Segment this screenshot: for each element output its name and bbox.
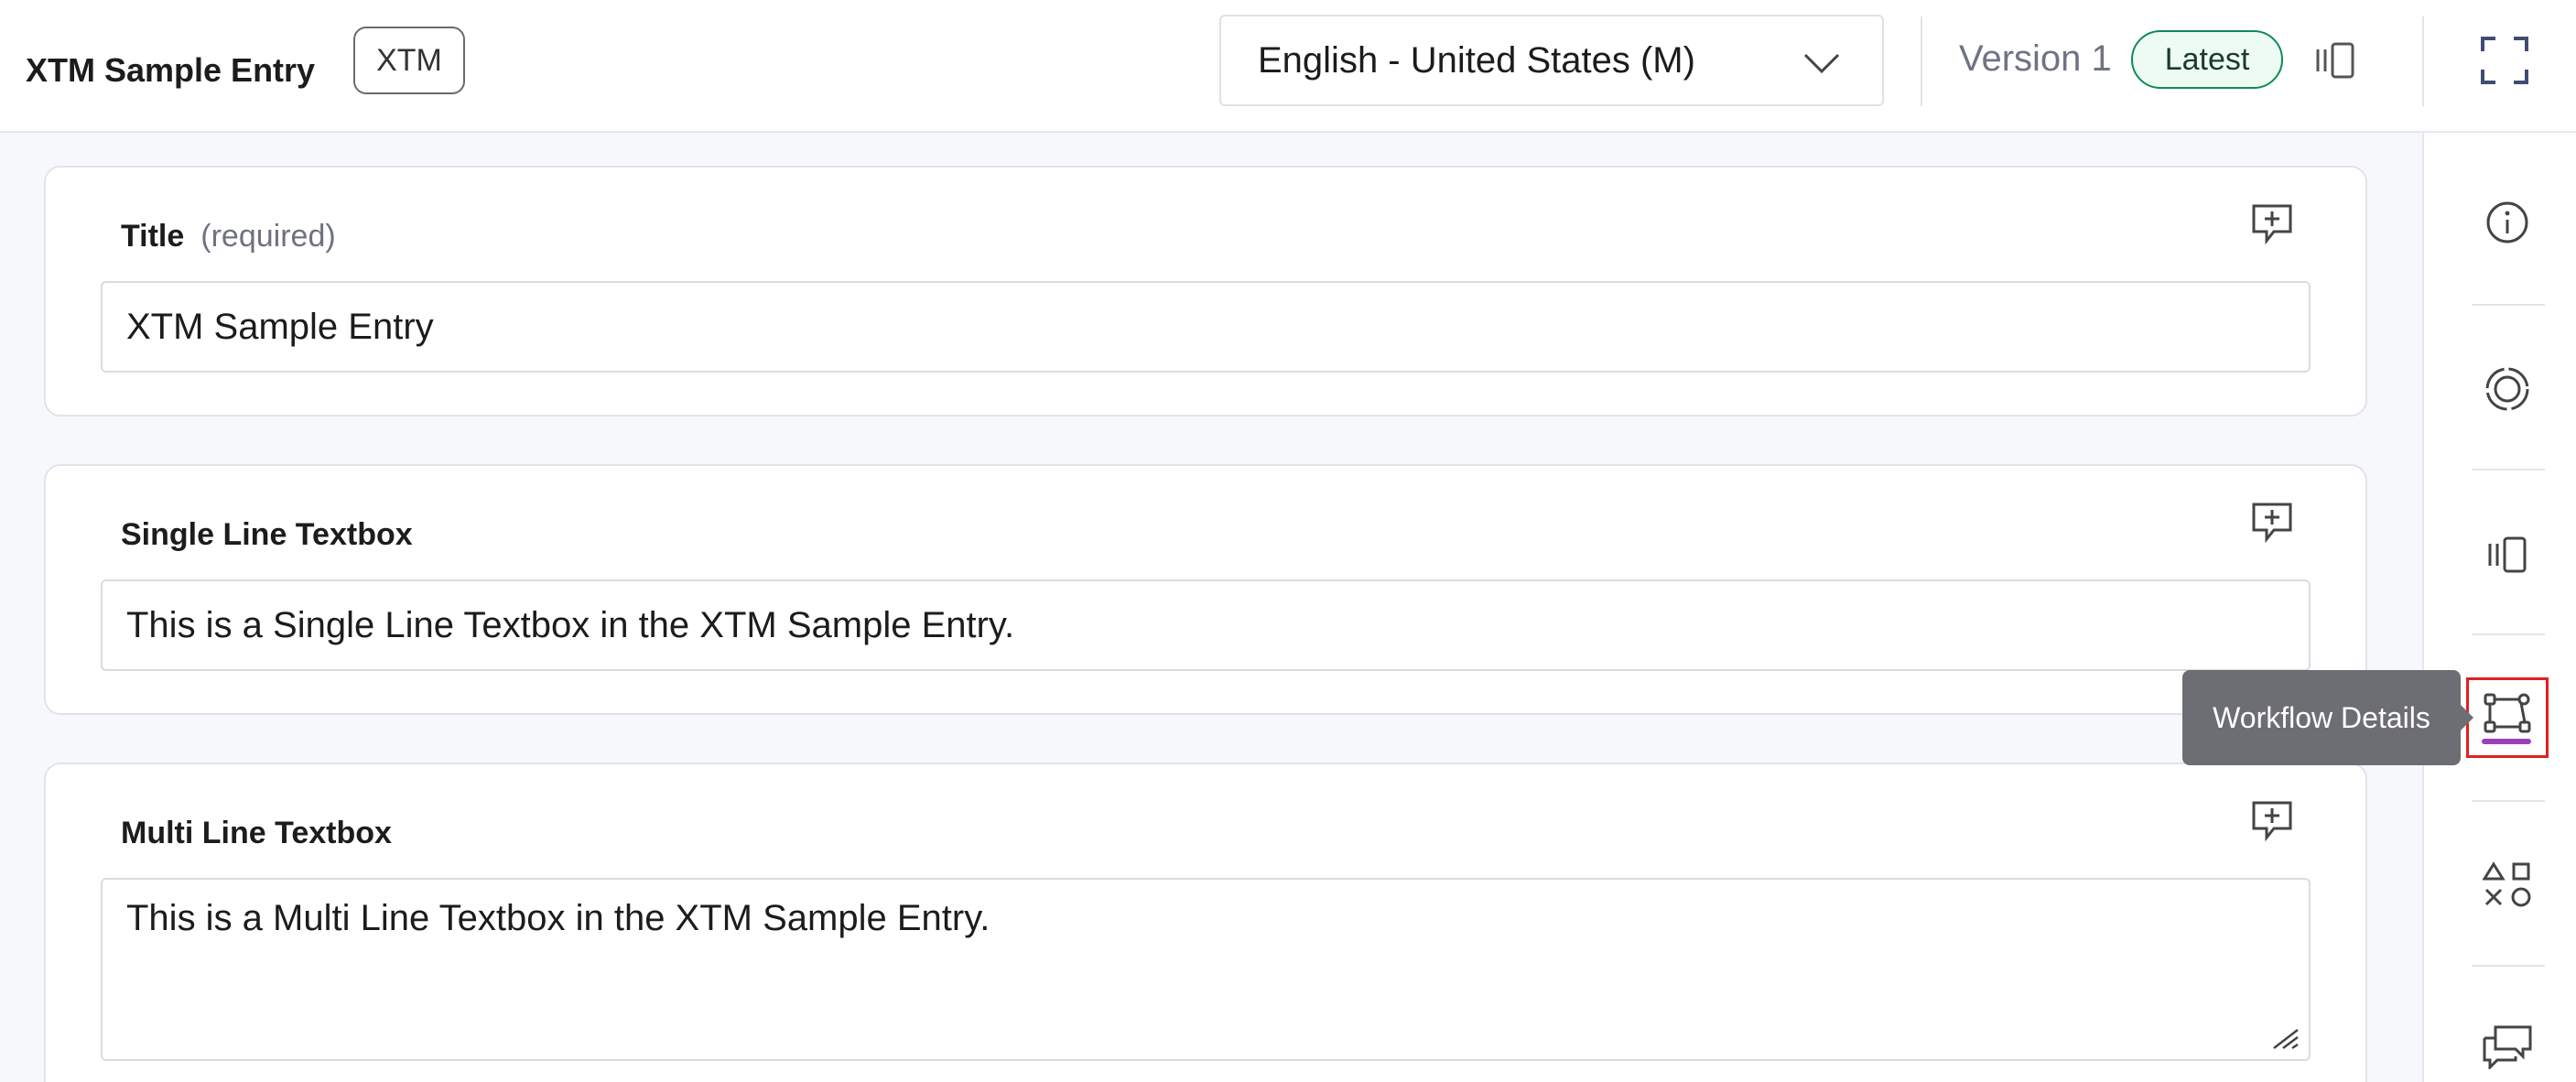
field-label-text: Title <box>121 219 185 254</box>
resize-handle-icon[interactable] <box>2270 1024 2301 1052</box>
add-comment-icon[interactable] <box>2250 202 2294 246</box>
header-divider <box>2422 16 2424 106</box>
add-comment-icon[interactable] <box>2250 501 2294 545</box>
workflow-details-button[interactable] <box>2466 677 2549 758</box>
right-sidebar <box>2422 133 2576 1082</box>
compare-versions-icon[interactable] <box>2314 40 2358 81</box>
locale-dropdown[interactable]: English - United States (M) <box>1219 15 1884 106</box>
xtm-tag[interactable]: XTM <box>353 27 465 94</box>
field-card-multi-line: Multi Line Textbox This is a Multi Line … <box>44 763 2367 1082</box>
compare-icon[interactable] <box>2486 535 2530 575</box>
workflow-details-tooltip: Workflow Details <box>2182 670 2473 765</box>
latest-badge: Latest <box>2131 30 2283 89</box>
header-divider <box>1921 16 1922 106</box>
workflow-icon <box>2484 693 2531 733</box>
rail-divider <box>2472 800 2545 802</box>
multi-line-textarea[interactable]: This is a Multi Line Textbox in the XTM … <box>101 878 2311 1061</box>
settings-icon[interactable] <box>2483 364 2532 414</box>
locale-value: English - United States (M) <box>1258 39 1695 81</box>
field-label-multi-line: Multi Line Textbox <box>121 816 392 850</box>
content-type-icon[interactable] <box>2483 860 2534 910</box>
top-header: XTM Sample Entry XTM English - United St… <box>0 0 2576 133</box>
field-card-title: Title (required) XTM Sample Entry <box>44 166 2367 417</box>
add-comment-icon[interactable] <box>2250 799 2294 843</box>
fullscreen-icon[interactable] <box>2479 35 2530 86</box>
multi-line-value: This is a Multi Line Textbox in the XTM … <box>126 898 990 938</box>
field-label-single-line: Single Line Textbox <box>121 517 413 552</box>
title-input[interactable]: XTM Sample Entry <box>101 281 2311 373</box>
rail-divider <box>2472 304 2545 306</box>
field-label-title: Title (required) <box>121 219 336 254</box>
entry-editor: Title (required) XTM Sample Entry Single … <box>0 133 2422 1082</box>
entry-title: XTM Sample Entry <box>26 51 316 89</box>
rail-divider <box>2472 469 2545 471</box>
comments-icon[interactable] <box>2481 1023 2534 1069</box>
rail-divider <box>2472 633 2545 635</box>
single-line-input[interactable]: This is a Single Line Textbox in the XTM… <box>101 579 2311 671</box>
active-indicator <box>2482 739 2531 744</box>
required-indicator: (required) <box>200 219 336 254</box>
chevron-down-icon <box>1803 53 1840 74</box>
version-label: Version 1 <box>1959 38 2112 79</box>
rail-divider <box>2472 965 2545 967</box>
info-icon[interactable] <box>2484 200 2530 245</box>
field-card-single-line: Single Line Textbox This is a Single Lin… <box>44 464 2367 715</box>
